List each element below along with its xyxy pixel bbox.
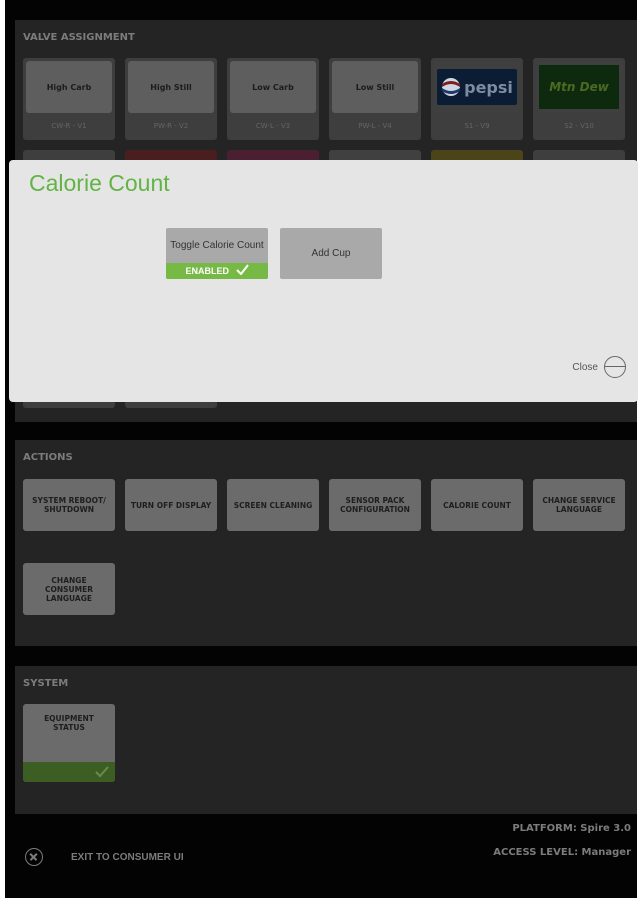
calorie-count-modal: Calorie Count Toggle Calorie Count ENABL…: [9, 160, 638, 402]
system-reboot-button[interactable]: SYSTEM REBOOT/ SHUTDOWN: [23, 479, 115, 531]
check-icon: [235, 264, 249, 276]
actions-title: ACTIONS: [23, 452, 73, 463]
exit-label: EXIT TO CONSUMER UI: [71, 851, 184, 863]
valve-tile-pepsi[interactable]: pepsi S1 - V9: [431, 58, 523, 140]
valve-tile-code: CW-L - V3: [255, 122, 291, 130]
platform-info: PLATFORM: Spire 3.0: [512, 823, 631, 834]
modal-title: Calorie Count: [29, 170, 170, 196]
screen-cleaning-button[interactable]: SCREEN CLEANING: [227, 479, 319, 531]
close-label: Close: [572, 361, 598, 373]
valve-tile-code: CW-R - V1: [51, 122, 87, 130]
add-cup-button[interactable]: Add Cup: [280, 228, 382, 279]
valve-assignment-title: VALVE ASSIGNMENT: [23, 32, 135, 43]
check-icon: [95, 766, 109, 778]
equipment-status-label: EQUIPMENT STATUS: [44, 714, 94, 732]
toggle-state-badge: ENABLED: [166, 263, 268, 279]
equipment-status-ok-bar: [23, 762, 115, 782]
valve-tile-low-carb[interactable]: Low Carb CW-L - V3: [227, 58, 319, 140]
valve-tile-label: High Still: [150, 82, 192, 92]
pepsi-globe-icon: [442, 78, 461, 96]
valve-tile-code: PW-L - V4: [358, 122, 392, 130]
access-level-info: ACCESS LEVEL: Manager: [493, 847, 631, 858]
valve-tile-code: S2 - V10: [564, 122, 594, 130]
valve-tile-high-carb[interactable]: High Carb CW-R - V1: [23, 58, 115, 140]
change-consumer-language-button[interactable]: CHANGE CONSUMER LANGUAGE: [23, 563, 115, 615]
valve-tile-label: Low Still: [355, 82, 395, 92]
valve-tile-high-still[interactable]: High Still PW-R - V2: [125, 58, 217, 140]
system-section: SYSTEM EQUIPMENT STATUS: [15, 666, 637, 814]
valve-tile-low-still[interactable]: Low Still PW-L - V4: [329, 58, 421, 140]
valve-tile-label: High Carb: [46, 82, 92, 92]
valve-tile-code: S1 - V9: [464, 122, 490, 130]
close-button[interactable]: Close: [572, 356, 626, 378]
calorie-count-button[interactable]: CALORIE COUNT: [431, 479, 523, 531]
turn-off-display-button[interactable]: TURN OFF DISPLAY: [125, 479, 217, 531]
toggle-calorie-count-button[interactable]: Toggle Calorie Count ENABLED: [166, 228, 268, 279]
system-title: SYSTEM: [23, 678, 69, 689]
valve-tile-label: Low Carb: [252, 82, 294, 92]
mountain-dew-logo: Mtn Dew: [539, 65, 619, 109]
valve-tile-mountain-dew[interactable]: Mtn Dew S2 - V10: [533, 58, 625, 140]
equipment-status-button[interactable]: EQUIPMENT STATUS: [23, 704, 115, 782]
pepsi-logo: pepsi: [437, 69, 517, 105]
toggle-label: Toggle Calorie Count: [170, 240, 264, 251]
close-circle-icon: [25, 848, 43, 866]
admin-screen: VALVE ASSIGNMENT High Carb CW-R - V1 Hig…: [5, 0, 637, 898]
valve-tile-code: PW-R - V2: [153, 122, 189, 130]
exit-to-consumer-ui-button[interactable]: EXIT TO CONSUMER UI: [25, 848, 184, 866]
close-circle-icon: [604, 356, 626, 378]
change-service-language-button[interactable]: CHANGE SERVICE LANGUAGE: [533, 479, 625, 531]
actions-section: ACTIONS SYSTEM REBOOT/ SHUTDOWN TURN OFF…: [15, 440, 637, 646]
sensor-pack-configuration-button[interactable]: SENSOR PACK CONFIGURATION: [329, 479, 421, 531]
